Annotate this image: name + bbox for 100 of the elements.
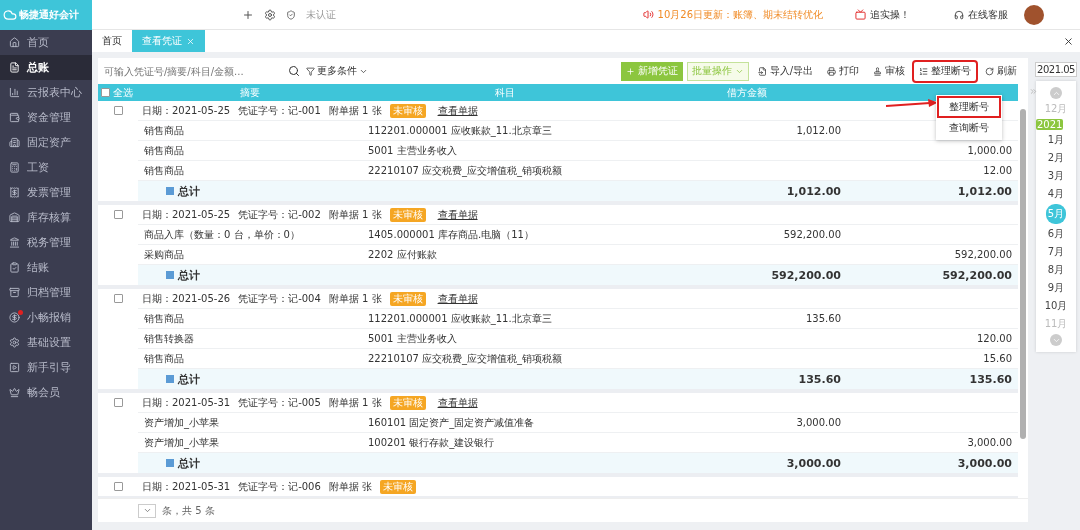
close-icon[interactable] xyxy=(1063,35,1074,47)
tv-icon xyxy=(855,9,866,20)
month-item[interactable]: 8月 xyxy=(1046,262,1066,278)
total-label: 总计 xyxy=(178,183,200,199)
sidebar-item[interactable]: 税务管理 xyxy=(0,230,92,255)
receipt-icon xyxy=(9,187,20,198)
sidebar-item[interactable]: 基础设置 xyxy=(0,330,92,355)
table-cell-text: 销售转换器 xyxy=(143,331,195,346)
attachment-count: 附单据 1 张 xyxy=(328,207,382,222)
cloud-logo-icon xyxy=(3,7,17,22)
record-count: 条，共 5 条 xyxy=(162,503,215,518)
plus-icon xyxy=(625,66,635,76)
bank-icon xyxy=(9,237,20,248)
sidebar-item[interactable]: 归档管理 xyxy=(0,280,92,305)
search-field[interactable]: 可输入凭证号/摘要/科目/金额... xyxy=(104,65,282,77)
view-documents-link[interactable]: 查看单据 xyxy=(437,395,478,410)
sidebar-item[interactable]: 结账 xyxy=(0,255,92,280)
toolbar-button[interactable]: 打印 xyxy=(822,61,864,81)
table-cell-text: 112201.000001 应收账款_11.北京章三 xyxy=(367,311,553,326)
table-cell-text: 135.60 xyxy=(805,313,842,324)
table-cell-text: 120.00 xyxy=(976,333,1013,344)
sidebar-item[interactable]: 畅会员 xyxy=(0,380,92,405)
add-icon[interactable] xyxy=(242,8,254,21)
month-item[interactable]: 2月 xyxy=(1046,150,1066,166)
scroll-up-icon[interactable] xyxy=(1050,87,1062,99)
shield-icon xyxy=(286,9,296,20)
table-cell-text: 5001 主营业务收入 xyxy=(367,331,458,346)
square-icon xyxy=(166,375,174,383)
attachment-count: 附单据 1 张 xyxy=(328,103,382,118)
page-size-select[interactable] xyxy=(138,503,156,518)
attachment-count: 附单据 1 张 xyxy=(328,395,382,410)
sidebar-item[interactable]: 首页 xyxy=(0,30,92,55)
checkbox[interactable] xyxy=(113,294,123,303)
scroll-down-icon[interactable] xyxy=(1050,334,1062,346)
status-badge: 未审核 xyxy=(389,103,426,118)
filter-icon xyxy=(306,66,315,76)
voucher-date: 日期：2021-05-26 xyxy=(142,291,231,306)
checkbox[interactable] xyxy=(113,398,123,407)
attachment-count: 附单据 张 xyxy=(328,479,372,494)
column-header: 摘要 xyxy=(239,85,261,100)
attachment-count: 附单据 1 张 xyxy=(328,291,382,306)
table-cell-text: 592,200.00 xyxy=(770,268,842,282)
checkbox[interactable] xyxy=(113,210,123,219)
status-badge: 未审核 xyxy=(380,479,416,494)
toolbar-button[interactable]: 整理断号 xyxy=(914,61,976,81)
table-cell-text: 采购商品 xyxy=(143,247,185,262)
sidebar-item[interactable]: 云报表中心 xyxy=(0,80,92,105)
table-cell-text: 160101 固定资产_固定资产减值准备 xyxy=(367,415,536,430)
column-header: 借方金额 xyxy=(726,85,768,100)
view-documents-link[interactable]: 查看单据 xyxy=(437,207,478,222)
table-cell-text: 3,000.00 xyxy=(785,456,842,470)
document-icon xyxy=(9,62,20,73)
voucher-date: 日期：2021-05-31 xyxy=(142,479,231,494)
sidebar-item[interactable]: 发票管理 xyxy=(0,180,92,205)
menu-item[interactable]: 整理断号 xyxy=(939,98,999,116)
toolbar-button[interactable]: 审核 xyxy=(868,61,910,81)
month-item[interactable]: 6月 xyxy=(1046,226,1066,242)
sidebar-item[interactable]: 库存核算 xyxy=(0,205,92,230)
voucher-number: 凭证字号：记-006 xyxy=(238,479,321,494)
sidebar-item[interactable]: 工资 xyxy=(0,155,92,180)
import-icon xyxy=(757,66,767,76)
month-item[interactable]: 1月 xyxy=(1046,132,1066,148)
checkbox[interactable] xyxy=(113,482,123,491)
month-item[interactable]: 3月 xyxy=(1046,168,1066,184)
sidebar-item[interactable]: 总账 xyxy=(0,55,92,80)
house-icon xyxy=(9,37,20,48)
search-icon[interactable] xyxy=(288,65,300,77)
table-cell-text: 3,000.00 xyxy=(956,456,1013,470)
speaker-icon xyxy=(642,9,654,20)
table-cell-text: 135.60 xyxy=(797,372,842,386)
checkbox[interactable] xyxy=(113,106,123,115)
table-cell-text: 12.00 xyxy=(982,165,1013,176)
current-period: 2021.05 xyxy=(1035,62,1077,77)
archive-icon xyxy=(9,287,20,298)
sidebar-item[interactable]: 资金管理 xyxy=(0,105,92,130)
table-cell-text: 销售商品 xyxy=(143,351,185,366)
sidebar-item[interactable]: 小畅报销 xyxy=(0,305,92,330)
toolbar-button[interactable]: 刷新 xyxy=(980,61,1022,81)
collapse-icon[interactable] xyxy=(1029,87,1038,96)
sidebar-item[interactable]: 新手引导 xyxy=(0,355,92,380)
year-tag: 2021 xyxy=(1036,119,1064,130)
stamp-icon xyxy=(873,66,882,76)
table-cell-text: 销售商品 xyxy=(143,143,185,158)
month-item[interactable]: 9月 xyxy=(1046,280,1066,296)
table-cell-text: 2202 应付账款 xyxy=(367,247,438,262)
toolbar-button[interactable]: 导入/导出 xyxy=(752,61,818,81)
menu-item[interactable]: 查询断号 xyxy=(939,119,999,137)
settings-icon[interactable] xyxy=(264,8,276,21)
avatar xyxy=(1024,4,1044,25)
view-documents-link[interactable]: 查看单据 xyxy=(437,103,478,118)
arrow-icon xyxy=(886,98,938,110)
month-item[interactable]: 7月 xyxy=(1046,244,1066,260)
table-cell-text: 1405.000001 库存商品.电脑（11） xyxy=(367,227,535,242)
month-item[interactable]: 10月 xyxy=(1043,298,1069,314)
view-documents-link[interactable]: 查看单据 xyxy=(437,291,478,306)
promo-link[interactable]: 追实操！ xyxy=(870,7,910,22)
filter-button[interactable]: 更多条件 xyxy=(306,64,368,78)
support-link[interactable]: 在线客服 xyxy=(968,7,1008,22)
sidebar-item[interactable]: 固定资产 xyxy=(0,130,92,155)
month-item[interactable]: 4月 xyxy=(1046,186,1066,202)
